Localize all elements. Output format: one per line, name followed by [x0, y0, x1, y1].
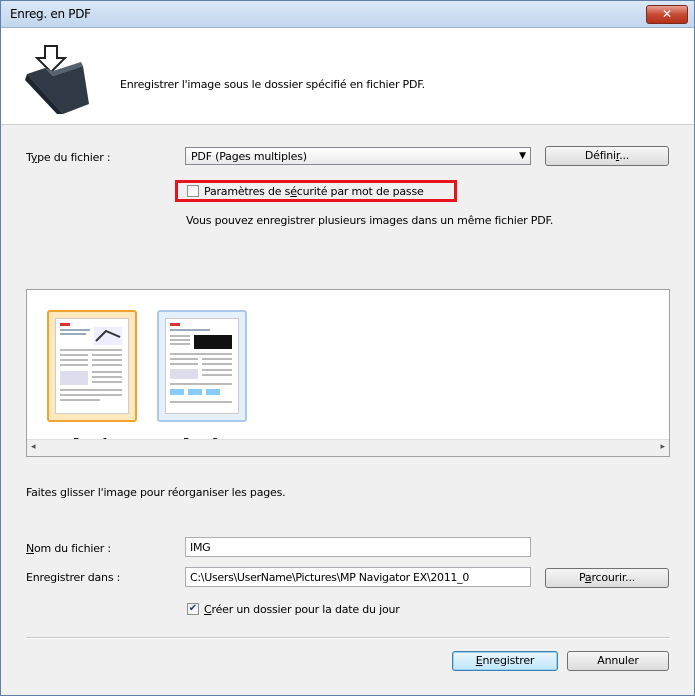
- file-type-select[interactable]: PDF (Pages multiples) ▼: [185, 147, 531, 165]
- filename-input[interactable]: IMG: [185, 537, 531, 557]
- save-button[interactable]: Enregistrer: [452, 651, 558, 671]
- window-title: Enreg. en PDF: [10, 7, 91, 21]
- page-thumbnail-1[interactable]: [47, 310, 137, 422]
- filename-label: Nom du fichier :: [26, 542, 111, 555]
- cancel-button[interactable]: Annuler: [567, 651, 669, 671]
- close-button[interactable]: ✕: [646, 5, 688, 24]
- filename-value: IMG: [190, 541, 211, 554]
- scroll-left-icon[interactable]: ◂: [31, 442, 36, 452]
- page-preview-panel[interactable]: Page 1: [26, 289, 670, 457]
- save-in-label: Enregistrer dans :: [26, 571, 121, 584]
- create-folder-checkbox[interactable]: ✔: [187, 603, 199, 615]
- file-type-value: PDF (Pages multiples): [191, 150, 307, 163]
- save-to-folder-icon: [25, 45, 89, 114]
- close-icon: ✕: [661, 7, 673, 21]
- page-thumbnail-2[interactable]: [157, 310, 247, 422]
- drag-hint: Faites glisser l'image pour réorganiser …: [26, 486, 286, 499]
- scroll-right-icon[interactable]: ▸: [660, 442, 665, 452]
- page-image: [165, 318, 239, 414]
- chevron-down-icon: ▼: [519, 151, 526, 161]
- browse-button[interactable]: Parcourir...: [545, 568, 669, 588]
- checkmark-icon: ✔: [188, 603, 198, 614]
- create-folder-label[interactable]: Créer un dossier pour la date du jour: [204, 603, 400, 616]
- save-path-value: C:\Users\UserName\Pictures\MP Navigator …: [190, 571, 470, 584]
- file-type-label: Type du fichier :: [26, 151, 111, 164]
- horizontal-scrollbar[interactable]: ◂ ▸: [27, 439, 669, 456]
- page-image: [55, 318, 129, 414]
- info-text: Vous pouvez enregistrer plusieurs images…: [186, 214, 554, 227]
- header-description: Enregistrer l'image sous le dossier spéc…: [120, 78, 425, 91]
- title-bar[interactable]: Enreg. en PDF ✕: [1, 1, 694, 28]
- save-pdf-dialog: Enreg. en PDF ✕ Enregistrer l'image sous…: [0, 0, 695, 696]
- define-button[interactable]: Définir...: [545, 146, 669, 166]
- security-checkbox[interactable]: [187, 185, 199, 197]
- security-checkbox-label[interactable]: Paramètres de sécurité par mot de passe: [204, 185, 424, 198]
- save-path-field[interactable]: C:\Users\UserName\Pictures\MP Navigator …: [185, 567, 531, 587]
- dialog-header: Enregistrer l'image sous le dossier spéc…: [1, 28, 694, 125]
- separator: [26, 637, 670, 639]
